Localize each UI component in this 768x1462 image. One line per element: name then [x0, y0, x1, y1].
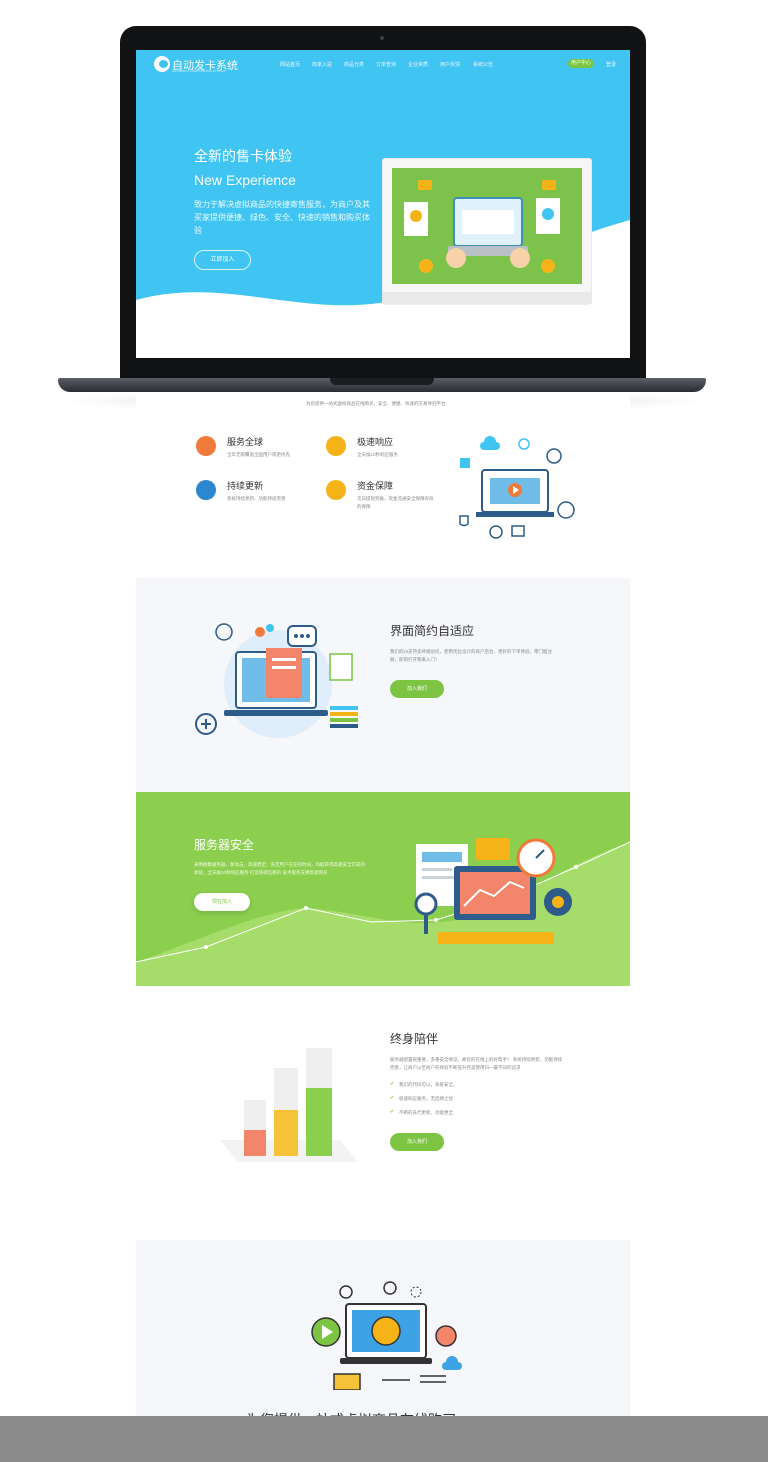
- bottom-overlay-bar: [0, 1416, 768, 1462]
- nav-announcement[interactable]: 系统公告: [473, 61, 493, 68]
- login-link[interactable]: 登录: [606, 61, 616, 68]
- hero-join-button[interactable]: 立即加入: [194, 250, 251, 270]
- laptop-screen: 自动发卡系统 AUTOMATIC CARD ISSUING SYSTEM 网站首…: [136, 50, 630, 358]
- nav-qualification[interactable]: 企业资质: [408, 61, 428, 68]
- companion-check-2: 极速响应服务，无后顾之忧: [399, 1096, 453, 1101]
- laptop-notch: [330, 378, 434, 385]
- nav-order-query[interactable]: 订单查询: [376, 61, 396, 68]
- user-center-button[interactable]: 用户中心: [568, 59, 594, 68]
- companion-check-1: 我们的代码可以，系统安全。: [399, 1082, 458, 1087]
- companion-section-title: 终身陪伴: [390, 1032, 439, 1046]
- feature-title-global: 服务全球: [227, 437, 264, 447]
- security-section-title: 服务器安全: [194, 838, 255, 852]
- ui-section-desc-line2: 册，即刻打开我来入门！: [390, 657, 440, 662]
- ui-join-button[interactable]: 加入我们: [390, 680, 444, 698]
- nav-merchant[interactable]: 商家入驻: [312, 61, 332, 68]
- security-join-button[interactable]: 现在加入: [194, 893, 250, 911]
- security-illustration: [414, 838, 572, 944]
- ui-section-title: 界面简约自适应: [390, 624, 475, 638]
- ui-section-desc-line1: 我们的UI支持多终端访问，使用优化设计的商户后台，更好的下单体验，零门槛注: [390, 649, 552, 654]
- ui-illustration: [195, 623, 358, 738]
- security-section-desc-line1: 采用群集服务器，防攻击，高速稳定，充足用户在任何时间，均能获得高速安全可靠的: [194, 862, 365, 867]
- hero-laptop-illustration: [382, 158, 592, 305]
- hero-desc-line1: 致力于解决虚拟商品的快捷寄售服务，为商户及其: [194, 200, 370, 209]
- logo-icon[interactable]: [154, 56, 170, 72]
- feature-title-update: 持续更新: [227, 481, 264, 491]
- feature-desc-funds: 次日提现到账，资金流通安全保障有效的保障: [357, 496, 434, 509]
- brand-subtitle: AUTOMATIC CARD ISSUING SYSTEM: [172, 69, 226, 73]
- feature-desc-update: 系统持续更新、功能持续完善: [227, 496, 286, 501]
- companion-check-3: 不断的迭代更新，功能更全: [399, 1110, 453, 1115]
- bottom-illustration: [311, 1281, 462, 1390]
- nav-home[interactable]: 网站首页: [280, 61, 300, 68]
- check-icon: ✔: [390, 1095, 395, 1101]
- nav-feedback[interactable]: 用户反馈: [440, 61, 460, 68]
- nav-category[interactable]: 商品分类: [344, 61, 364, 68]
- lightning-icon: [326, 436, 346, 456]
- companion-join-button[interactable]: 加入我们: [390, 1133, 444, 1151]
- lock-icon: [326, 480, 346, 500]
- hero-desc-line3: 验: [194, 226, 202, 235]
- security-section-desc-line2: 体验，全天候10秒响应服务 打造值得信赖的 技术服务支撑高速购买: [194, 870, 328, 875]
- feature-desc-global: 全年无限覆盖全国用户或更优先: [227, 452, 290, 457]
- features-illustration: [459, 436, 575, 539]
- companion-bar-illustration: [220, 1048, 358, 1162]
- companion-desc-line2: 完善，让商户以至商户的体验不断提升完美使用归一最不同的追求: [390, 1065, 521, 1070]
- hero-subtitle: New Experience: [194, 172, 296, 188]
- globe-icon: [196, 436, 216, 456]
- laptop-camera: [380, 36, 384, 40]
- feature-title-funds: 资金保障: [357, 481, 394, 491]
- tools-icon: [196, 480, 216, 500]
- hero-desc-line2: 买家提供便捷、绿色、安全、快速的销售和购买体: [194, 213, 370, 222]
- check-icon: ✔: [390, 1081, 395, 1087]
- features-intro: 为您提供一站式虚拟商品在线购买，安全、便捷、快速的交易体验平台: [306, 401, 446, 406]
- companion-desc-line1: 服务器配置很重要，多重安全保证，故您的在线上的好帮手！ 系统持续更新，功能持续: [390, 1057, 563, 1062]
- feature-title-speed: 极速响应: [357, 437, 394, 447]
- hero-title: 全新的售卡体验: [194, 148, 292, 164]
- feature-desc-speed: 全天候10秒响应服务: [357, 452, 399, 457]
- check-icon: ✔: [390, 1109, 395, 1115]
